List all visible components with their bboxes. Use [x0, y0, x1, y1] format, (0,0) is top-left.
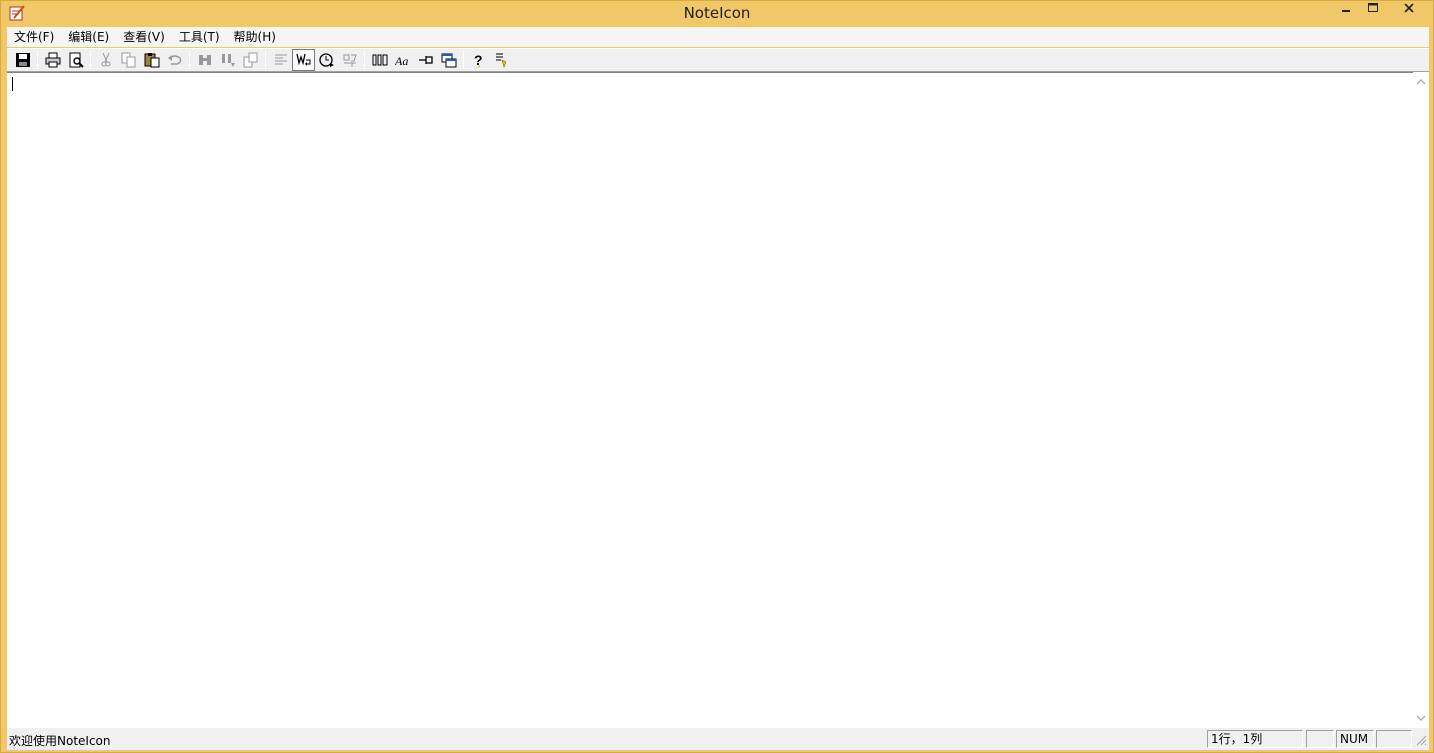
undo-icon	[167, 55, 181, 65]
toolbar-separator	[364, 51, 365, 69]
pin-icon	[418, 56, 433, 64]
print-preview-button[interactable]	[64, 49, 87, 71]
window-title: NoteIcon	[683, 4, 751, 22]
find-icon	[198, 55, 211, 65]
chevron-up-icon	[1416, 79, 1426, 85]
align-left-icon	[274, 54, 287, 65]
encoding-button[interactable]	[338, 49, 361, 71]
vertical-scrollbar[interactable]	[1413, 72, 1429, 728]
text-editor[interactable]	[7, 72, 1413, 728]
title-bar[interactable]: NoteIcon	[1, 1, 1433, 25]
align-left-button[interactable]	[269, 49, 292, 71]
save-icon	[15, 53, 30, 67]
status-pane-empty	[1376, 730, 1412, 748]
resize-grip-icon[interactable]	[1415, 734, 1427, 746]
save-button[interactable]	[11, 49, 34, 71]
word-wrap-button[interactable]	[292, 49, 315, 71]
help-button[interactable]: ?	[467, 49, 490, 71]
print-icon	[45, 52, 60, 68]
context-help-icon	[495, 53, 506, 68]
encoding-icon	[343, 54, 357, 67]
menu-tools[interactable]: 工具(T)	[172, 27, 227, 47]
menu-file[interactable]: 文件(F)	[7, 27, 61, 47]
menu-help[interactable]: 帮助(H)	[227, 27, 283, 47]
replace-icon	[243, 52, 257, 68]
minimize-icon	[1342, 10, 1350, 12]
font-icon: Aa	[395, 54, 408, 68]
window-icon	[441, 53, 456, 68]
menu-edit[interactable]: 编辑(E)	[61, 27, 116, 47]
toolbar-separator	[90, 51, 91, 69]
cursor-position: 1行，1列	[1207, 730, 1303, 748]
app-window: NoteIcon 文件(F) 编辑(E) 查看(V) 工具(T) 帮助(H) A…	[0, 0, 1434, 753]
pin-button[interactable]	[414, 49, 437, 71]
status-bar: 欢迎使用NoteIcon 1行，1列 NUM	[7, 728, 1429, 750]
copy-button[interactable]	[117, 49, 140, 71]
replace-button[interactable]	[239, 49, 262, 71]
toolbar-separator	[463, 51, 464, 69]
maximize-button[interactable]	[1361, 1, 1385, 21]
help-icon: ?	[474, 52, 483, 68]
context-help-button[interactable]	[490, 49, 513, 71]
toolbar-separator	[265, 51, 266, 69]
svg-text:?: ?	[474, 52, 483, 68]
status-pane-empty	[1306, 730, 1334, 748]
toolbar-separator	[189, 51, 190, 69]
columns-button[interactable]	[368, 49, 391, 71]
scroll-down-button[interactable]	[1413, 710, 1429, 726]
toolbar-separator	[37, 51, 38, 69]
print-button[interactable]	[41, 49, 64, 71]
text-caret	[12, 77, 13, 91]
maximize-icon	[1368, 3, 1378, 12]
close-icon	[1404, 3, 1414, 13]
auto-save-icon	[318, 53, 334, 67]
paste-icon	[144, 53, 159, 68]
print-preview-icon	[69, 52, 84, 68]
find-next-icon	[221, 54, 235, 67]
auto-save-button[interactable]	[315, 49, 338, 71]
window-button[interactable]	[437, 49, 460, 71]
undo-button[interactable]	[163, 49, 186, 71]
copy-icon	[121, 52, 135, 68]
cut-icon	[101, 52, 110, 67]
find-button[interactable]	[193, 49, 216, 71]
chevron-down-icon	[1416, 715, 1426, 721]
status-message: 欢迎使用NoteIcon	[9, 734, 111, 748]
word-wrap-icon	[295, 53, 310, 66]
minimize-button[interactable]	[1334, 1, 1358, 21]
font-button[interactable]: Aa	[391, 49, 414, 71]
toolbar: Aa ?	[7, 48, 1429, 72]
scroll-up-button[interactable]	[1413, 74, 1429, 90]
menu-bar: 文件(F) 编辑(E) 查看(V) 工具(T) 帮助(H)	[7, 27, 1429, 47]
find-next-button[interactable]	[216, 49, 239, 71]
menu-view[interactable]: 查看(V)	[116, 27, 172, 47]
cut-button[interactable]	[94, 49, 117, 71]
svg-text:Aa: Aa	[395, 54, 408, 68]
close-button[interactable]	[1388, 1, 1430, 21]
columns-icon	[372, 54, 387, 66]
num-lock-indicator: NUM	[1336, 730, 1374, 748]
paste-button[interactable]	[140, 49, 163, 71]
